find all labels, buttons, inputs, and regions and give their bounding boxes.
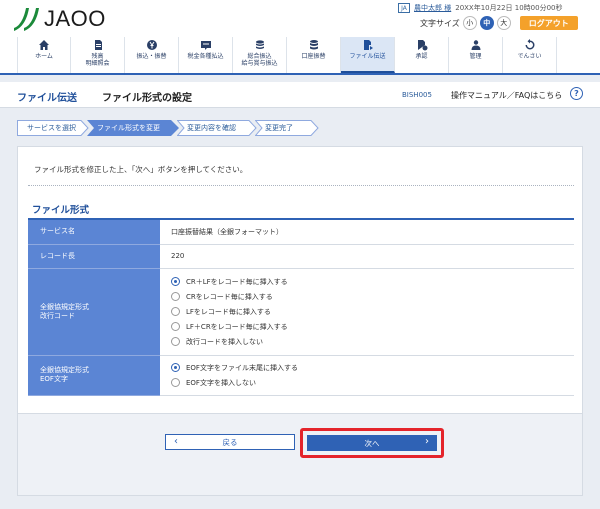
header: JAOO JA 農中太郎 様 20XX年10月22日 10時00分00秒 文字サ… <box>0 0 600 75</box>
newline-option-lfcr[interactable]: LF＋CRをレコード毎に挿入する <box>171 319 574 334</box>
payment-slip-icon <box>200 39 212 51</box>
step-select-service: サービスを選択 <box>17 120 89 136</box>
document-icon <box>92 39 104 51</box>
newline-option-cr[interactable]: CRをレコード毎に挿入する <box>171 289 574 304</box>
home-icon <box>38 39 50 51</box>
back-button[interactable]: ‹ 戻る <box>165 434 295 450</box>
instruction-text: ファイル形式を修正した上、「次へ」ボタンを押してください。 <box>34 165 248 174</box>
radio-button[interactable] <box>171 337 180 346</box>
step-change-format: ファイル形式を変更 <box>87 120 179 136</box>
nav-management[interactable]: 管理 <box>449 37 503 73</box>
step-confirm-change: 変更内容を確認 <box>177 120 257 136</box>
progress-steps: サービスを選択 ファイル形式を変更 変更内容を確認 変更完了 <box>17 120 319 136</box>
nav-densai[interactable]: でんさい <box>503 37 557 73</box>
section-title: ファイル形式 <box>32 205 90 216</box>
button-area: ‹ 戻る 次へ › <box>18 413 582 495</box>
font-size-medium-button[interactable]: 中 <box>479 16 494 30</box>
radio-button[interactable] <box>171 307 180 316</box>
chevron-right-icon: › <box>425 436 429 447</box>
step-change-complete: 変更完了 <box>255 120 319 136</box>
font-size-small-button[interactable]: 小 <box>462 16 477 30</box>
nav-balance[interactable]: 残高 明細照会 <box>71 37 125 73</box>
newline-code-options: CR＋LFをレコード毎に挿入する CRをレコード毎に挿入する LFをレコード毎に… <box>160 268 574 356</box>
help-icon[interactable]: ? <box>570 87 583 100</box>
nav-account-debit[interactable]: 口座振替 <box>287 37 341 73</box>
chevron-left-icon: ‹ <box>174 436 178 447</box>
radio-button[interactable] <box>171 292 180 301</box>
database-icon <box>308 39 320 51</box>
eof-option-insert[interactable]: EOF文字をファイル末尾に挿入する <box>171 360 574 375</box>
next-button-highlight: 次へ › <box>300 428 444 458</box>
font-size-switcher: 文字サイズ 小 中 大 ログアウト <box>420 16 578 30</box>
yen-coin-icon <box>146 39 158 51</box>
nav-transfer[interactable]: 振込・振替 <box>125 37 179 73</box>
login-datetime: 20XX年10月22日 10時00分00秒 <box>455 4 563 12</box>
logo[interactable]: JAOO <box>12 6 106 32</box>
service-name-label: サービス名 <box>28 220 160 245</box>
newline-option-lf[interactable]: LFをレコード毎に挿入する <box>171 304 574 319</box>
global-nav: ホーム 残高 明細照会 振込・振替 税金各種払込 総合振込 給与賞与振込 口座振替 … <box>0 37 600 75</box>
nav-tax[interactable]: 税金各種払込 <box>179 37 233 73</box>
user-card-icon <box>470 39 482 51</box>
logout-button[interactable]: ログアウト <box>519 16 578 30</box>
approval-document-icon <box>416 39 428 51</box>
newline-option-none[interactable]: 改行コードを挿入しない <box>171 334 574 349</box>
coins-stack-icon <box>254 39 266 51</box>
record-length-value: 220 <box>160 244 574 269</box>
main-panel: ファイル形式を修正した上、「次へ」ボタンを押してください。 ファイル形式 サービ… <box>17 146 583 496</box>
font-size-large-button[interactable]: 大 <box>496 16 511 30</box>
user-badge-icon: JA <box>398 3 410 13</box>
screen-code: BISH005 <box>402 91 432 99</box>
nav-home[interactable]: ホーム <box>17 37 71 73</box>
user-name-link[interactable]: 農中太郎 様 <box>414 3 451 13</box>
divider <box>28 185 574 186</box>
newline-code-label: 全銀協規定形式 改行コード <box>28 268 160 356</box>
help-link[interactable]: 操作マニュアル／FAQはこちら <box>451 90 562 101</box>
radio-button[interactable] <box>171 363 180 372</box>
nav-approval[interactable]: 承認 <box>395 37 449 73</box>
nav-bulk-transfer[interactable]: 総合振込 給与賞与振込 <box>233 37 287 73</box>
radio-button[interactable] <box>171 378 180 387</box>
file-transfer-icon <box>362 39 374 51</box>
eof-option-none[interactable]: EOF文字を挿入しない <box>171 375 574 390</box>
user-info: JA 農中太郎 様 20XX年10月22日 10時00分00秒 <box>398 3 563 13</box>
next-button[interactable]: 次へ › <box>307 435 437 451</box>
page-title: ファイル形式の設定 <box>102 93 192 104</box>
record-length-label: レコード長 <box>28 244 160 269</box>
section-name: ファイル伝送 <box>17 93 77 104</box>
eof-options: EOF文字をファイル末尾に挿入する EOF文字を挿入しない <box>160 355 574 396</box>
ja-logo-icon <box>12 6 42 32</box>
nav-file-transfer[interactable]: ファイル伝送 <box>341 37 395 73</box>
eof-label: 全銀協規定形式 EOF文字 <box>28 355 160 396</box>
page-title-bar: ファイル伝送 ファイル形式の設定 BISH005 操作マニュアル／FAQはこちら… <box>0 82 600 108</box>
font-size-label: 文字サイズ <box>420 18 460 28</box>
radio-button[interactable] <box>171 322 180 331</box>
radio-button[interactable] <box>171 277 180 286</box>
cycle-icon <box>524 39 536 51</box>
file-format-form: サービス名 口座振替結果（全銀フォーマット） レコード長 220 全銀協規定形式… <box>28 220 574 396</box>
logo-text: JAOO <box>44 6 106 31</box>
service-name-value: 口座振替結果（全銀フォーマット） <box>160 220 574 245</box>
newline-option-crlf[interactable]: CR＋LFをレコード毎に挿入する <box>171 274 574 289</box>
